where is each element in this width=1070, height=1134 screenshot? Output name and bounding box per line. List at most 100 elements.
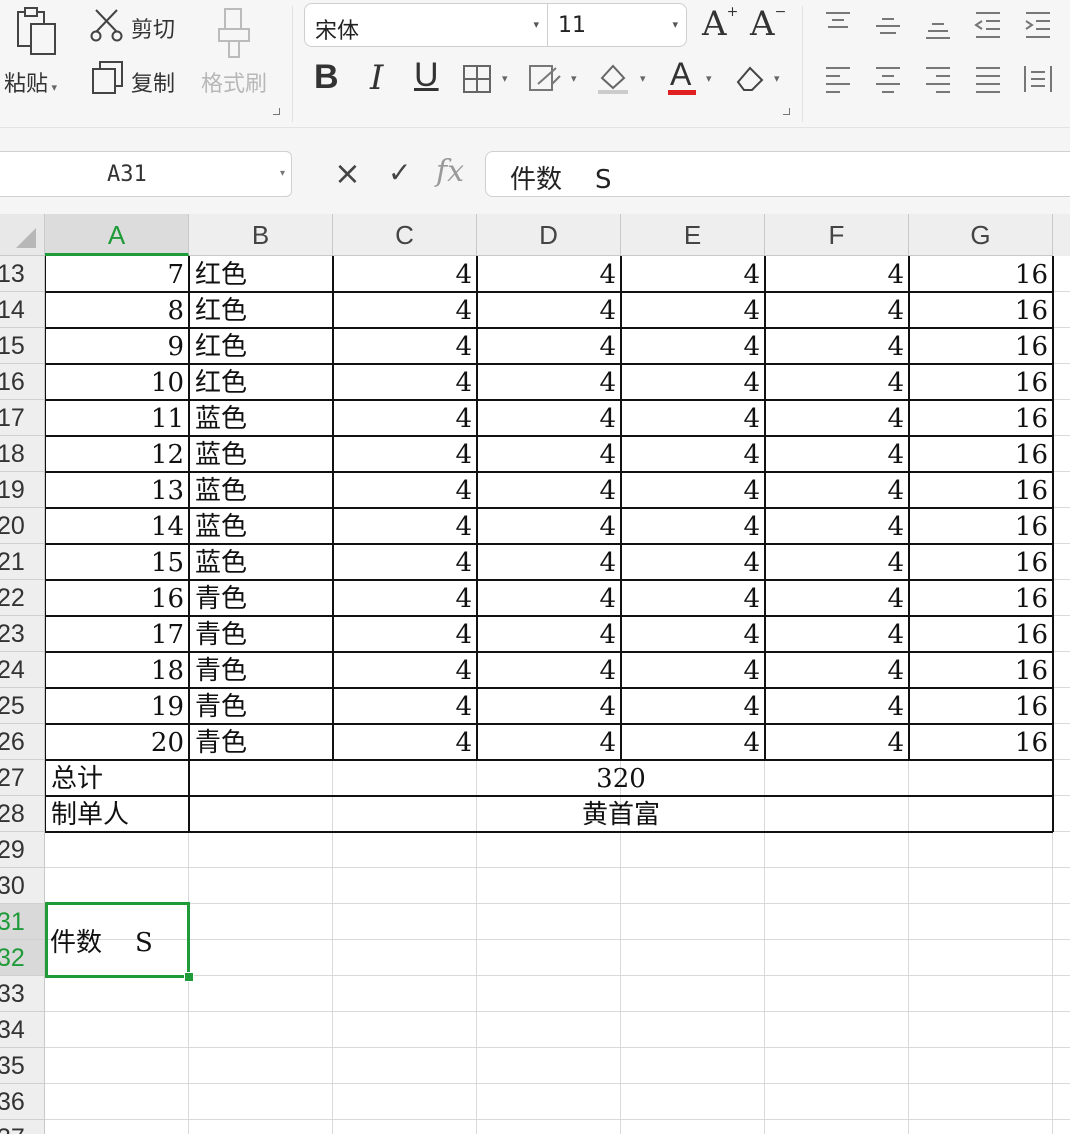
- cell-g[interactable]: 16: [909, 400, 1053, 436]
- cell-a[interactable]: 20: [45, 724, 189, 760]
- cell-a[interactable]: 13: [45, 472, 189, 508]
- cell-f[interactable]: 4: [765, 292, 909, 328]
- cell-c[interactable]: 4: [333, 472, 477, 508]
- cell-a[interactable]: 19: [45, 688, 189, 724]
- cell-d[interactable]: 4: [477, 364, 621, 400]
- row-header-24[interactable]: 24: [0, 652, 45, 688]
- justify-icon[interactable]: [972, 64, 1004, 94]
- sheet-grid[interactable]: 7 红色 4 4 4 4 16 8 红色 4 4 4 4 16 9 红色 4 4 4 4 16 10 红色 4 4 4 4 16 11 蓝…: [45, 256, 1070, 1134]
- cancel-icon[interactable]: ×: [334, 154, 361, 192]
- cell-c[interactable]: 4: [333, 364, 477, 400]
- row-header-26[interactable]: 26: [0, 724, 45, 760]
- cell-d[interactable]: 4: [477, 472, 621, 508]
- cell-f[interactable]: 4: [765, 544, 909, 580]
- underline-button[interactable]: U: [414, 56, 439, 95]
- font-name-select[interactable]: 宋体 ▾: [304, 3, 548, 47]
- row-header-29[interactable]: 29: [0, 832, 45, 868]
- cell-e[interactable]: 4: [621, 472, 765, 508]
- cell-b[interactable]: 红色: [189, 364, 333, 400]
- row-header-32[interactable]: 32: [0, 940, 45, 976]
- eraser-icon[interactable]: [734, 62, 768, 94]
- row-header-19[interactable]: 19: [0, 472, 45, 508]
- cell-d[interactable]: 4: [477, 616, 621, 652]
- cell-b[interactable]: 红色: [189, 256, 333, 292]
- cell-b[interactable]: 蓝色: [189, 436, 333, 472]
- cell-b[interactable]: 青色: [189, 652, 333, 688]
- cell-d[interactable]: 4: [477, 400, 621, 436]
- cell-g[interactable]: 16: [909, 580, 1053, 616]
- row-header-27[interactable]: 27: [0, 760, 45, 796]
- cell-c[interactable]: 4: [333, 616, 477, 652]
- font-color-button[interactable]: A: [670, 56, 691, 93]
- decrease-font-size-button[interactable]: A−: [750, 4, 786, 44]
- cell-g[interactable]: 16: [909, 652, 1053, 688]
- fx-icon[interactable]: fx: [436, 154, 464, 189]
- format-painter-icon[interactable]: [215, 6, 255, 60]
- cell-a[interactable]: 9: [45, 328, 189, 364]
- row-header-23[interactable]: 23: [0, 616, 45, 652]
- cell-a31[interactable]: 件数 S: [50, 922, 182, 959]
- cell-c[interactable]: 4: [333, 508, 477, 544]
- column-header-f[interactable]: F: [765, 214, 909, 256]
- cell-e[interactable]: 4: [621, 688, 765, 724]
- row-header-35[interactable]: 35: [0, 1048, 45, 1084]
- cell-d[interactable]: 4: [477, 652, 621, 688]
- row-header-17[interactable]: 17: [0, 400, 45, 436]
- row-header-18[interactable]: 18: [0, 436, 45, 472]
- cell-e[interactable]: 4: [621, 400, 765, 436]
- cell-b[interactable]: 青色: [189, 580, 333, 616]
- cell-b[interactable]: 红色: [189, 328, 333, 364]
- row-header-14[interactable]: 14: [0, 292, 45, 328]
- cell-g[interactable]: 16: [909, 616, 1053, 652]
- cell-e[interactable]: 4: [621, 436, 765, 472]
- align-left-icon[interactable]: [822, 64, 854, 94]
- fill-color-icon[interactable]: [596, 60, 630, 96]
- cell-b[interactable]: 蓝色: [189, 400, 333, 436]
- chevron-down-icon[interactable]: ▾: [774, 72, 780, 85]
- cell-b[interactable]: 蓝色: [189, 508, 333, 544]
- row-header-25[interactable]: 25: [0, 688, 45, 724]
- align-top-icon[interactable]: [822, 10, 854, 40]
- cell-a[interactable]: 11: [45, 400, 189, 436]
- cell-a[interactable]: 15: [45, 544, 189, 580]
- cell-f[interactable]: 4: [765, 688, 909, 724]
- cell-c[interactable]: 4: [333, 724, 477, 760]
- cell-c[interactable]: 4: [333, 544, 477, 580]
- cell-a[interactable]: 14: [45, 508, 189, 544]
- row-header-37[interactable]: 37: [0, 1120, 45, 1134]
- cell-f[interactable]: 4: [765, 616, 909, 652]
- total-value-cell[interactable]: 320: [189, 760, 1053, 796]
- cell-a[interactable]: 17: [45, 616, 189, 652]
- cell-e[interactable]: 4: [621, 616, 765, 652]
- row-header-13[interactable]: 13: [0, 256, 45, 292]
- row-header-33[interactable]: 33: [0, 976, 45, 1012]
- cell-f[interactable]: 4: [765, 508, 909, 544]
- cell-b[interactable]: 蓝色: [189, 472, 333, 508]
- conditional-format-icon[interactable]: [528, 62, 562, 94]
- cell-d[interactable]: 4: [477, 328, 621, 364]
- cell-e[interactable]: 4: [621, 724, 765, 760]
- name-box[interactable]: A31 ▾: [0, 151, 292, 197]
- cell-c[interactable]: 4: [333, 580, 477, 616]
- row-header-30[interactable]: 30: [0, 868, 45, 904]
- cell-g[interactable]: 16: [909, 364, 1053, 400]
- cell-a[interactable]: 16: [45, 580, 189, 616]
- cell-d[interactable]: 4: [477, 508, 621, 544]
- cell-d[interactable]: 4: [477, 436, 621, 472]
- cell-d[interactable]: 4: [477, 580, 621, 616]
- cell-f[interactable]: 4: [765, 364, 909, 400]
- borders-icon[interactable]: [462, 64, 492, 94]
- align-center-icon[interactable]: [872, 64, 904, 94]
- row-header-20[interactable]: 20: [0, 508, 45, 544]
- row-header-34[interactable]: 34: [0, 1012, 45, 1048]
- cell-e[interactable]: 4: [621, 508, 765, 544]
- paste-icon[interactable]: [14, 6, 60, 56]
- cell-b[interactable]: 青色: [189, 724, 333, 760]
- cell-f[interactable]: 4: [765, 400, 909, 436]
- font-dialog-launcher[interactable]: [783, 108, 790, 115]
- align-right-icon[interactable]: [922, 64, 954, 94]
- cell-d[interactable]: 4: [477, 724, 621, 760]
- clipboard-dialog-launcher[interactable]: [273, 108, 280, 115]
- cell-b[interactable]: 红色: [189, 292, 333, 328]
- cell-g[interactable]: 16: [909, 328, 1053, 364]
